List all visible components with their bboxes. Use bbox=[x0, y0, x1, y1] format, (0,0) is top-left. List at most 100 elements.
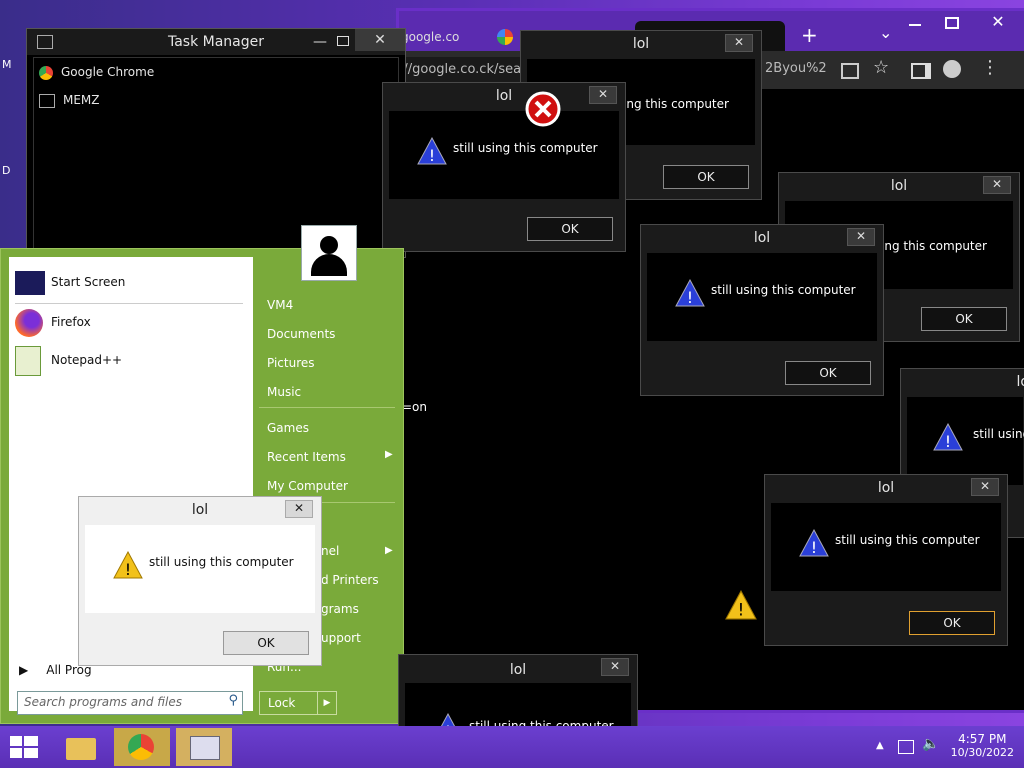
bookmark-star-icon[interactable]: ☆ bbox=[873, 57, 889, 78]
dialog-message: still using this computer bbox=[835, 533, 980, 547]
dialog-close-button[interactable]: ✕ bbox=[725, 34, 753, 52]
lock-label: Lock bbox=[268, 696, 296, 710]
start-right-my-computer[interactable]: My Computer bbox=[267, 476, 348, 496]
dialog-close-button[interactable]: ✕ bbox=[601, 658, 629, 676]
chrome-icon bbox=[39, 65, 53, 80]
lock-button[interactable]: Lock ▶ bbox=[259, 691, 337, 715]
side-panel-icon[interactable] bbox=[911, 63, 931, 79]
folder-icon bbox=[66, 738, 96, 760]
dialog-ok-button[interactable]: OK bbox=[921, 307, 1007, 331]
share-icon[interactable] bbox=[841, 63, 859, 79]
dialog-ok-button[interactable]: OK bbox=[909, 611, 995, 635]
restore-icon[interactable] bbox=[945, 17, 959, 29]
start-right-pictures[interactable]: Pictures bbox=[267, 353, 315, 373]
start-right-music[interactable]: Music bbox=[267, 382, 301, 402]
error-icon bbox=[525, 91, 561, 127]
desktop-icon-label-m[interactable]: M bbox=[2, 58, 12, 71]
volume-icon[interactable]: 🔈 bbox=[922, 736, 939, 752]
svg-text:!: ! bbox=[687, 288, 693, 307]
dialog-message: still using this computer bbox=[711, 283, 856, 297]
start-right-documents[interactable]: Documents bbox=[267, 324, 335, 344]
file-explorer-taskbar-button[interactable] bbox=[56, 728, 112, 766]
tab-search-icon[interactable]: ⌄ bbox=[879, 23, 892, 42]
task-manager-app-icon bbox=[37, 35, 53, 49]
new-tab-button[interactable]: + bbox=[801, 23, 818, 47]
lol-dialog-2: lol ✕ ! still using this computer OK bbox=[382, 82, 626, 252]
clock[interactable]: 4:57 PM 10/30/2022 bbox=[951, 732, 1014, 759]
start-item-firefox[interactable]: Firefox bbox=[15, 307, 91, 337]
memz-icon bbox=[39, 93, 55, 108]
start-right-games[interactable]: Games bbox=[267, 418, 309, 438]
process-label: Google Chrome bbox=[61, 65, 155, 79]
start-right-devices-printers[interactable]: d Printers bbox=[321, 570, 379, 590]
dialog-ok-button[interactable]: OK bbox=[663, 165, 749, 189]
dialog-title: lo bbox=[1016, 374, 1024, 390]
item-label: Notepad++ bbox=[51, 353, 123, 367]
dialog-message: still using this computer bbox=[453, 141, 598, 155]
dialog-close-button[interactable]: ✕ bbox=[285, 500, 313, 518]
chrome-tab[interactable]: google.co bbox=[401, 25, 481, 49]
dialog-ok-button[interactable]: OK bbox=[527, 217, 613, 241]
close-button[interactable]: ✕ bbox=[355, 29, 405, 51]
dialog-close-button[interactable]: ✕ bbox=[983, 176, 1011, 194]
search-input[interactable]: Search programs and files ⚲ bbox=[17, 691, 243, 715]
svg-text:!: ! bbox=[125, 560, 131, 579]
network-icon[interactable] bbox=[898, 740, 914, 754]
start-right-control-panel[interactable]: nel bbox=[321, 541, 339, 561]
dialog-close-button[interactable]: ✕ bbox=[971, 478, 999, 496]
triangle-right-icon: ▶ bbox=[19, 663, 29, 677]
menu-kebab-icon[interactable]: ⋮ bbox=[981, 57, 999, 78]
show-hidden-icons-button[interactable]: ▲ bbox=[876, 740, 884, 751]
minimize-button[interactable]: — bbox=[313, 29, 327, 55]
chrome-taskbar-button[interactable] bbox=[114, 728, 170, 766]
chevron-right-icon: ▶ bbox=[385, 449, 393, 460]
dialog-close-button[interactable]: ✕ bbox=[589, 86, 617, 104]
warning-icon: ! bbox=[933, 423, 963, 451]
firefox-icon bbox=[15, 308, 43, 337]
warning-icon: ! bbox=[725, 590, 757, 620]
desktop-icon-label-d[interactable]: D bbox=[2, 164, 10, 177]
process-row-memz[interactable]: MEMZ bbox=[39, 89, 100, 111]
process-row-chrome[interactable]: Google Chrome bbox=[39, 61, 154, 83]
dialog-ok-button[interactable]: OK bbox=[223, 631, 309, 655]
windows-start-button[interactable] bbox=[10, 736, 38, 758]
svg-text:!: ! bbox=[945, 432, 951, 451]
dialog-message: still using bbox=[973, 427, 1024, 441]
svg-text:!: ! bbox=[738, 601, 745, 620]
task-manager-window: Task Manager — ✕ Google Chrome MEMZ bbox=[26, 28, 406, 258]
minimize-icon[interactable] bbox=[909, 24, 921, 26]
start-right-help-support[interactable]: upport bbox=[321, 628, 361, 648]
dialog-close-button[interactable]: ✕ bbox=[847, 228, 875, 246]
process-label: MEMZ bbox=[63, 93, 100, 107]
start-screen-icon bbox=[15, 270, 45, 295]
lol-dialog-4: lol ✕ ! still using this computer OK bbox=[640, 224, 884, 396]
clock-date: 10/30/2022 bbox=[950, 746, 1014, 759]
dialog-ok-button[interactable]: OK bbox=[785, 361, 871, 385]
warning-icon: ! bbox=[417, 137, 447, 165]
search-placeholder: Search programs and files bbox=[24, 695, 182, 709]
start-item-start-screen[interactable]: Start Screen bbox=[15, 267, 125, 297]
lol-dialog-6: lol ✕ ! still using this computer OK bbox=[764, 474, 1008, 646]
start-item-notepadpp[interactable]: Notepad++ bbox=[15, 345, 123, 376]
maximize-button[interactable] bbox=[337, 36, 349, 46]
task-manager-icon bbox=[190, 736, 220, 760]
task-manager-title: Task Manager bbox=[167, 34, 265, 50]
svg-text:!: ! bbox=[429, 146, 435, 165]
task-manager-taskbar-button[interactable] bbox=[176, 728, 232, 766]
page-text-fragment: =on bbox=[402, 400, 428, 414]
svg-text:!: ! bbox=[811, 538, 817, 557]
start-right-default-programs[interactable]: grams bbox=[321, 599, 359, 619]
start-right-recent-items[interactable]: Recent Items bbox=[267, 447, 346, 467]
start-right-vm4[interactable]: VM4 bbox=[267, 295, 293, 315]
lol-dialog-7: lol ✕ ! still using this computer OK bbox=[78, 496, 322, 666]
profile-avatar-icon[interactable] bbox=[943, 60, 961, 78]
clock-time: 4:57 PM bbox=[958, 732, 1007, 746]
item-label: Firefox bbox=[51, 315, 91, 329]
item-label: Start Screen bbox=[51, 275, 126, 289]
address-bar-right[interactable]: 2Byou%2 bbox=[765, 61, 827, 76]
dialog-message: ing this computer bbox=[881, 239, 987, 253]
chevron-right-icon[interactable]: ▶ bbox=[317, 692, 336, 714]
user-avatar bbox=[301, 225, 357, 281]
close-window-button[interactable]: ✕ bbox=[971, 11, 1024, 33]
google-g-icon[interactable] bbox=[497, 29, 513, 45]
